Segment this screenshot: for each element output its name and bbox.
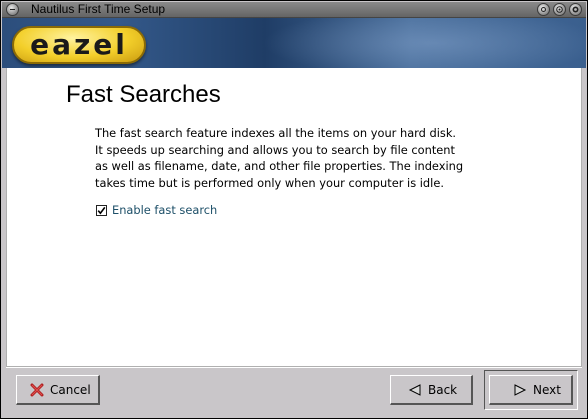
window-title: Nautilus First Time Setup [31,2,166,16]
maximize-icon[interactable] [553,3,566,16]
eazel-logo-text: eazel [30,28,128,61]
button-bar: Cancel Back Next [6,367,582,414]
next-button-label: Next [533,382,561,397]
setup-window: Nautilus First Time Setup eazel Fast Sea… [0,0,588,419]
eazel-banner: eazel [2,18,586,68]
banner-sheen [262,18,586,68]
minimize-icon[interactable] [537,3,550,16]
fast-search-checkbox[interactable] [96,204,107,216]
cancel-button[interactable]: Cancel [16,375,100,405]
fast-search-option[interactable]: Enable fast search [96,203,217,217]
window-menu-icon[interactable] [6,3,19,16]
close-icon[interactable] [569,3,582,16]
cancel-button-label: Cancel [50,382,91,397]
feature-description: The fast search feature indexes all the … [95,126,464,190]
page-title: Fast Searches [66,81,221,108]
back-button-label: Back [428,382,458,397]
next-button[interactable]: Next [489,375,573,405]
arrow-left-icon [408,383,422,397]
cancel-x-icon [30,383,44,397]
checkmark-icon [97,206,106,214]
content-panel: Fast Searches The fast search feature in… [6,68,582,367]
fast-search-label[interactable]: Enable fast search [112,203,217,217]
window-controls [537,3,582,16]
back-button[interactable]: Back [390,375,473,405]
eazel-logo: eazel [12,26,146,64]
arrow-right-icon [513,383,527,397]
title-bar[interactable]: Nautilus First Time Setup [2,2,586,18]
